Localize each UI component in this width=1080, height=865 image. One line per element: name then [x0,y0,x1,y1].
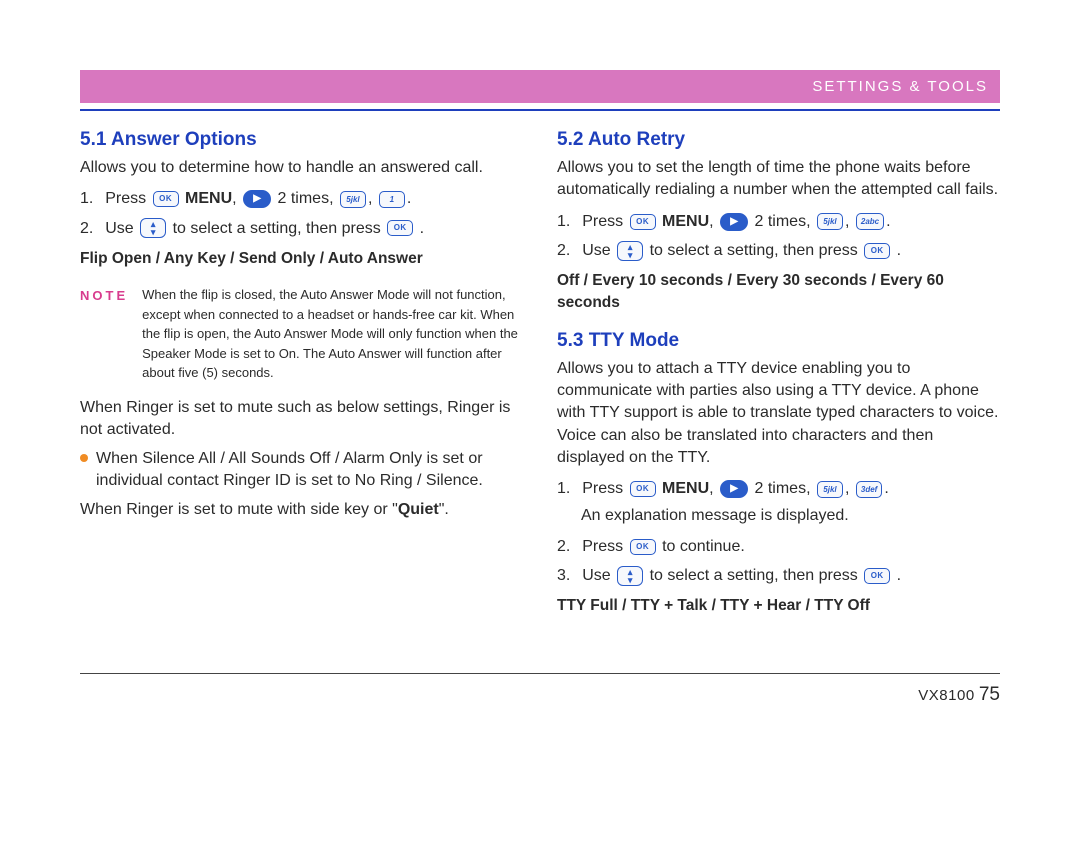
section-5-1-title: 5.1 Answer Options [80,129,523,151]
footer-model: VX8100 [918,687,974,704]
ok-key-icon: OK [630,214,656,230]
s51-step-1: 1. Press OK MENU, ▶ 2 times, 5jkl, 1 . [80,185,523,212]
footer-page-number: 75 [979,684,1000,705]
five-key-icon: 5jkl [340,191,366,208]
left-column: 5.1 Answer Options Allows you to determi… [80,129,523,633]
s51-bullet-1: When Silence All / All Sounds Off / Alar… [80,448,523,493]
five-key-icon: 5jkl [817,481,843,498]
nav-updown-key-icon [617,241,643,261]
right-arrow-key-icon: ▶ [720,480,748,498]
s51-quiet-para: When Ringer is set to mute with side key… [80,499,523,521]
ok-key-icon: OK [864,568,890,584]
section-5-3-title: 5.3 TTY Mode [557,330,1000,352]
s52-step-1: 1. Press OK MENU, ▶ 2 times, 5jkl, 2abc. [557,208,1000,235]
right-arrow-key-icon: ▶ [720,213,748,231]
header-section-title: SETTINGS & TOOLS [80,70,1000,103]
s53-options: TTY Full / TTY + Talk / TTY + Hear / TTY… [557,595,1000,617]
s51-step-2: 2. Use to select a setting, then press O… [80,215,523,242]
bullet-icon [80,454,88,462]
section-5-3-intro: Allows you to attach a TTY device enabli… [557,358,1000,470]
section-5-2-intro: Allows you to set the length of time the… [557,157,1000,202]
s51-options: Flip Open / Any Key / Send Only / Auto A… [80,248,523,270]
ok-key-icon: OK [153,191,179,207]
nav-updown-key-icon [140,218,166,238]
s53-step-1: 1. Press OK MENU, ▶ 2 times, 5jkl, 3def. [557,475,1000,502]
s52-step-2: 2. Use to select a setting, then press O… [557,237,1000,264]
nav-updown-key-icon [617,566,643,586]
ok-key-icon: OK [630,481,656,497]
s51-ringer-para: When Ringer is set to mute such as below… [80,397,523,442]
right-arrow-key-icon: ▶ [243,190,271,208]
horizontal-rule [80,109,1000,111]
s53-step-2: 2. Press OK to continue. [557,533,1000,560]
note-label: NOTE [80,285,128,383]
s53-step-1-extra: An explanation message is displayed. [581,505,1000,527]
note-block: NOTE When the flip is closed, the Auto A… [80,285,523,383]
s52-options: Off / Every 10 seconds / Every 30 second… [557,270,1000,313]
one-key-icon: 1 [379,191,405,208]
five-key-icon: 5jkl [817,213,843,230]
right-column: 5.2 Auto Retry Allows you to set the len… [557,129,1000,633]
ok-key-icon: OK [387,220,413,236]
section-5-2-title: 5.2 Auto Retry [557,129,1000,151]
section-5-1-intro: Allows you to determine how to handle an… [80,157,523,179]
three-key-icon: 3def [856,481,882,498]
s53-step-3: 3. Use to select a setting, then press O… [557,562,1000,589]
note-text: When the flip is closed, the Auto Answer… [142,285,523,383]
ok-key-icon: OK [864,243,890,259]
two-key-icon: 2abc [856,213,884,230]
footer: VX8100 75 [80,673,1000,706]
ok-key-icon: OK [630,539,656,555]
